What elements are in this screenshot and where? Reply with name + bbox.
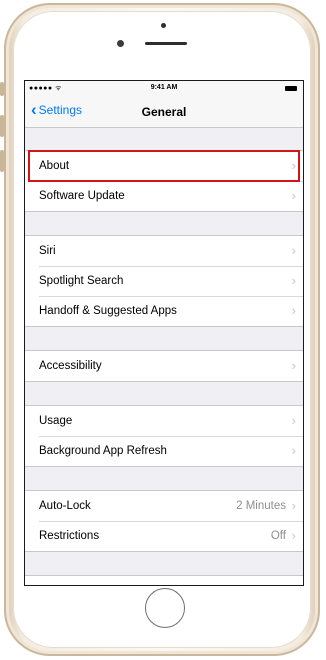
- group-spacer: [25, 212, 303, 235]
- chevron-right-icon: ›: [291, 188, 296, 203]
- chevron-right-icon: ›: [291, 303, 296, 318]
- settings-group: Auto-Lock 2 Minutes › Restrictions Off ›: [25, 490, 303, 552]
- row-label: Background App Refresh: [39, 445, 167, 457]
- group-spacer: [25, 467, 303, 490]
- settings-row-software-update[interactable]: Software Update ›: [25, 181, 303, 211]
- home-button[interactable]: [145, 588, 185, 628]
- group-spacer: [25, 327, 303, 350]
- group-spacer: [25, 128, 303, 150]
- settings-group: About › Software Update ›: [25, 150, 303, 212]
- settings-list: About › Software Update › Siri › Spotlight Sea…: [25, 128, 303, 586]
- row-label: About: [39, 160, 70, 172]
- front-camera: [117, 40, 124, 47]
- volume-up-button: [0, 115, 4, 137]
- settings-row-auto-lock[interactable]: Auto-Lock 2 Minutes ›: [25, 491, 303, 521]
- chevron-right-icon: ›: [291, 498, 296, 513]
- row-label: Restrictions: [39, 530, 100, 542]
- row-value: 2 Minutes: [236, 500, 286, 512]
- settings-row-background-app-refresh[interactable]: Background App Refresh ›: [25, 436, 303, 466]
- mute-switch: [0, 82, 4, 96]
- settings-row-siri[interactable]: Siri ›: [25, 236, 303, 266]
- group-spacer: [25, 382, 303, 405]
- settings-group: Accessibility ›: [25, 350, 303, 382]
- settings-row-spotlight-search[interactable]: Spotlight Search ›: [25, 266, 303, 296]
- settings-group: Usage › Background App Refresh ›: [25, 405, 303, 467]
- row-value: Off: [270, 530, 286, 542]
- settings-row-accessibility[interactable]: Accessibility ›: [25, 351, 303, 381]
- settings-row-about[interactable]: About ›: [25, 151, 303, 181]
- settings-row-date-and-time[interactable]: Date & Time ›: [25, 576, 303, 586]
- row-label: Handoff & Suggested Apps: [39, 305, 177, 317]
- chevron-right-icon: ›: [291, 358, 296, 373]
- volume-down-button: [0, 150, 4, 172]
- chevron-right-icon: ›: [291, 158, 296, 173]
- row-label: Usage: [39, 415, 73, 427]
- screen: ●●●●● ᯤ 9:41 AM ‹ Settings General About…: [24, 80, 304, 586]
- chevron-right-icon: ›: [291, 243, 296, 258]
- settings-group: Date & Time ›: [25, 575, 303, 586]
- chevron-right-icon: ›: [292, 583, 296, 585]
- proximity-sensor: [161, 23, 166, 28]
- row-label: Date & Time: [39, 585, 102, 586]
- earpiece-speaker: [145, 42, 187, 45]
- row-label: Accessibility: [39, 360, 102, 372]
- row-label: Siri: [39, 245, 56, 257]
- status-time: 9:41 AM: [150, 84, 178, 91]
- chevron-right-icon: ›: [291, 443, 296, 458]
- navigation-bar: ‹ Settings General: [25, 96, 303, 128]
- battery-icon: [285, 86, 297, 91]
- row-label: Spotlight Search: [39, 275, 124, 287]
- settings-group: Siri › Spotlight Search › Handoff & Suggeste…: [25, 235, 303, 327]
- settings-row-restrictions[interactable]: Restrictions Off ›: [25, 521, 303, 551]
- group-spacer: [25, 552, 303, 575]
- status-bar: ●●●●● ᯤ 9:41 AM: [25, 81, 303, 96]
- chevron-right-icon: ›: [291, 528, 296, 543]
- settings-row-handoff-and-suggested-apps[interactable]: Handoff & Suggested Apps ›: [25, 296, 303, 326]
- row-label: Auto-Lock: [39, 500, 91, 512]
- chevron-right-icon: ›: [291, 273, 296, 288]
- chevron-right-icon: ›: [291, 413, 296, 428]
- page-title: General: [141, 105, 187, 119]
- row-label: Software Update: [39, 190, 125, 202]
- settings-row-usage[interactable]: Usage ›: [25, 406, 303, 436]
